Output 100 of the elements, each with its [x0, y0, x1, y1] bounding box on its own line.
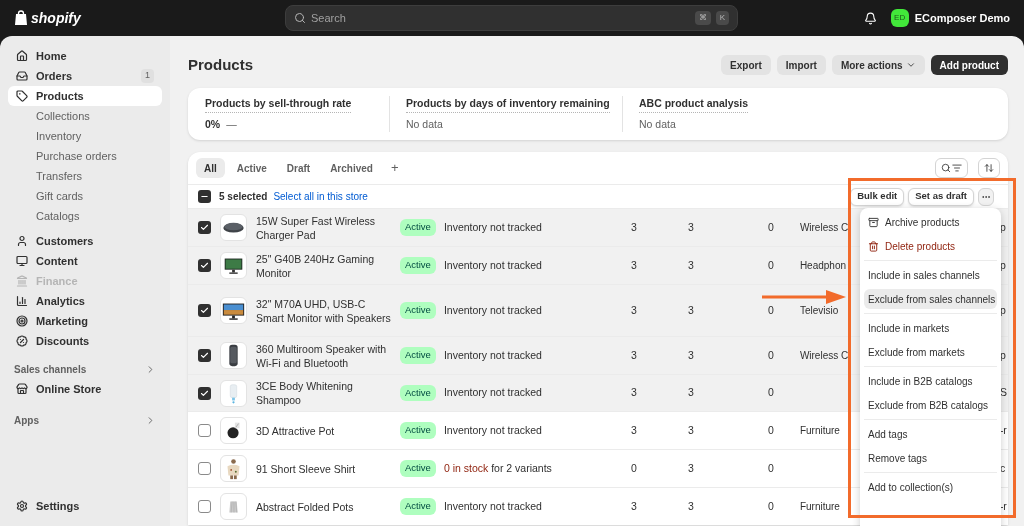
table-cell-text: 0 [766, 257, 775, 273]
notification-bell-icon[interactable] [863, 11, 877, 25]
sidebar-item[interactable]: Marketing [8, 311, 162, 331]
filter-tab[interactable]: All [196, 158, 225, 178]
add-tab-button[interactable]: + [384, 158, 405, 178]
sidebar-item[interactable]: Settings [8, 496, 162, 516]
table-cell-text: 3 [629, 498, 638, 514]
menu-item[interactable]: Add tags [864, 424, 997, 444]
section-header[interactable]: Sales channels [8, 359, 162, 379]
menu-item[interactable]: Include in B2B catalogs [864, 371, 997, 391]
filter-icon [952, 163, 962, 173]
product-category: Wireless C [799, 221, 849, 233]
menu-item[interactable]: Archive products [864, 212, 997, 232]
sidebar-subitem[interactable]: Catalogs [8, 206, 162, 226]
checkbox[interactable] [198, 462, 211, 475]
metric-title[interactable]: Products by sell-through rate [205, 95, 352, 113]
check-icon [200, 351, 209, 360]
inventory-status: Inventory not tracked [443, 257, 543, 273]
sidebar-item[interactable]: Home [8, 46, 162, 66]
sort-button[interactable] [978, 158, 1000, 178]
table-cell-text: 3 [686, 219, 695, 235]
page-title: Products [188, 54, 254, 75]
action-button[interactable]: Export [721, 55, 771, 75]
action-button[interactable]: Import [776, 55, 826, 75]
menu-item[interactable]: Include in markets [864, 318, 997, 338]
product-name[interactable]: 91 Short Sleeve Shirt [256, 461, 392, 476]
product-name[interactable]: 25" G40B 240Hz Gaming Monitor [256, 251, 392, 280]
checkbox[interactable] [198, 424, 211, 437]
check-icon [200, 306, 209, 315]
sidebar-subitem[interactable]: Transfers [8, 166, 162, 186]
search-field[interactable]: Search ⌘ K [285, 5, 738, 31]
sidebar-item[interactable]: Orders 1 [8, 66, 162, 86]
sidebar-item[interactable]: Analytics [8, 291, 162, 311]
menu-item[interactable]: Include in sales channels [864, 265, 997, 285]
search-filter-button[interactable] [935, 158, 968, 178]
sidebar-subitem[interactable]: Purchase orders [8, 146, 162, 166]
metric-title[interactable]: Products by days of inventory remaining [406, 95, 610, 113]
table-cell-text: p [999, 257, 1006, 273]
sidebar-item[interactable]: Customers [8, 231, 162, 251]
table-cell-text: 3 [686, 498, 695, 514]
settings-icon [16, 500, 28, 512]
filter-tab[interactable]: Draft [278, 158, 319, 178]
select-all-checkbox[interactable] [198, 190, 211, 203]
product-category: Headphon [799, 259, 847, 271]
sidebar-item[interactable]: Content [8, 251, 162, 271]
sidebar-subitem[interactable]: Collections [8, 106, 162, 126]
table-cell-text: 3 [686, 460, 695, 476]
sidebar-item[interactable]: Online Store [8, 379, 162, 399]
product-name[interactable]: 3CE Body Whitening Shampoo [256, 379, 392, 407]
more-button[interactable] [978, 187, 994, 206]
store-icon [16, 383, 28, 395]
menu-item[interactable]: Remove tags [864, 448, 997, 468]
product-category: Televisio [799, 304, 839, 316]
table-cell-text: 3 [686, 422, 695, 438]
table-cell-text: 3 [629, 385, 638, 401]
account-name[interactable]: EComposer Demo [914, 9, 1010, 27]
bulk-action-button[interactable]: Set as draft [908, 187, 974, 206]
add-button[interactable]: Add product [930, 55, 1008, 75]
table-cell-text: 0 [766, 422, 775, 438]
menu-item[interactable]: Exclude from markets [864, 342, 997, 362]
sidebar-item[interactable]: Discounts [8, 331, 162, 351]
sidebar-subitem[interactable]: Gift cards [8, 186, 162, 206]
inventory-status: Inventory not tracked [443, 219, 543, 235]
inbox-icon [16, 70, 28, 82]
table-cell-text: 3 [686, 257, 695, 273]
select-all-link[interactable]: Select all in this store [273, 189, 368, 204]
bulk-action-button[interactable]: Bulk edit [850, 187, 905, 206]
status-badge: Active [400, 422, 436, 439]
badge-icon [16, 335, 28, 347]
inventory-status: 0 in stock for 2 variants [443, 460, 553, 476]
checkbox[interactable] [198, 304, 211, 317]
filter-tab[interactable]: Archived [322, 158, 381, 178]
metric-value: No data [639, 116, 676, 132]
checkbox[interactable] [198, 221, 211, 234]
checkbox[interactable] [198, 386, 211, 400]
logo[interactable]: shopify [14, 7, 285, 29]
inventory-status: Inventory not tracked [443, 302, 543, 318]
product-name[interactable]: 32" M70A UHD, USB-C Smart Monitor with Speakers [256, 296, 392, 325]
status-badge: Active [400, 384, 436, 402]
inventory-status: Inventory not tracked [443, 385, 543, 401]
target-icon [16, 315, 28, 327]
section-header[interactable]: Apps [8, 410, 162, 430]
metric-title[interactable]: ABC product analysis [639, 95, 749, 113]
selected-count: 5 selected [219, 190, 268, 204]
action-button[interactable]: More actions [831, 55, 925, 75]
checkbox[interactable] [198, 259, 211, 272]
avatar[interactable]: ED [890, 9, 909, 27]
table-cell-text: p [999, 219, 1006, 235]
product-name[interactable]: Abstract Folded Pots [256, 499, 392, 514]
checkbox[interactable] [198, 349, 211, 362]
filter-tab[interactable]: Active [228, 158, 275, 178]
shopping-bag-icon [14, 10, 28, 26]
table-cell-text: 0 [766, 385, 775, 401]
product-name[interactable]: 360 Multiroom Speaker with Wi-Fi and Bluetooth [256, 341, 392, 370]
checkbox[interactable] [198, 500, 211, 513]
sidebar-subitem[interactable]: Inventory [8, 126, 162, 146]
product-name[interactable]: 15W Super Fast Wireless Charger Pad [256, 213, 392, 242]
menu-item[interactable]: Exclude from sales channels [864, 289, 997, 309]
product-name[interactable]: 3D Attractive Pot [256, 423, 392, 438]
sidebar-item[interactable]: Products [8, 86, 162, 106]
